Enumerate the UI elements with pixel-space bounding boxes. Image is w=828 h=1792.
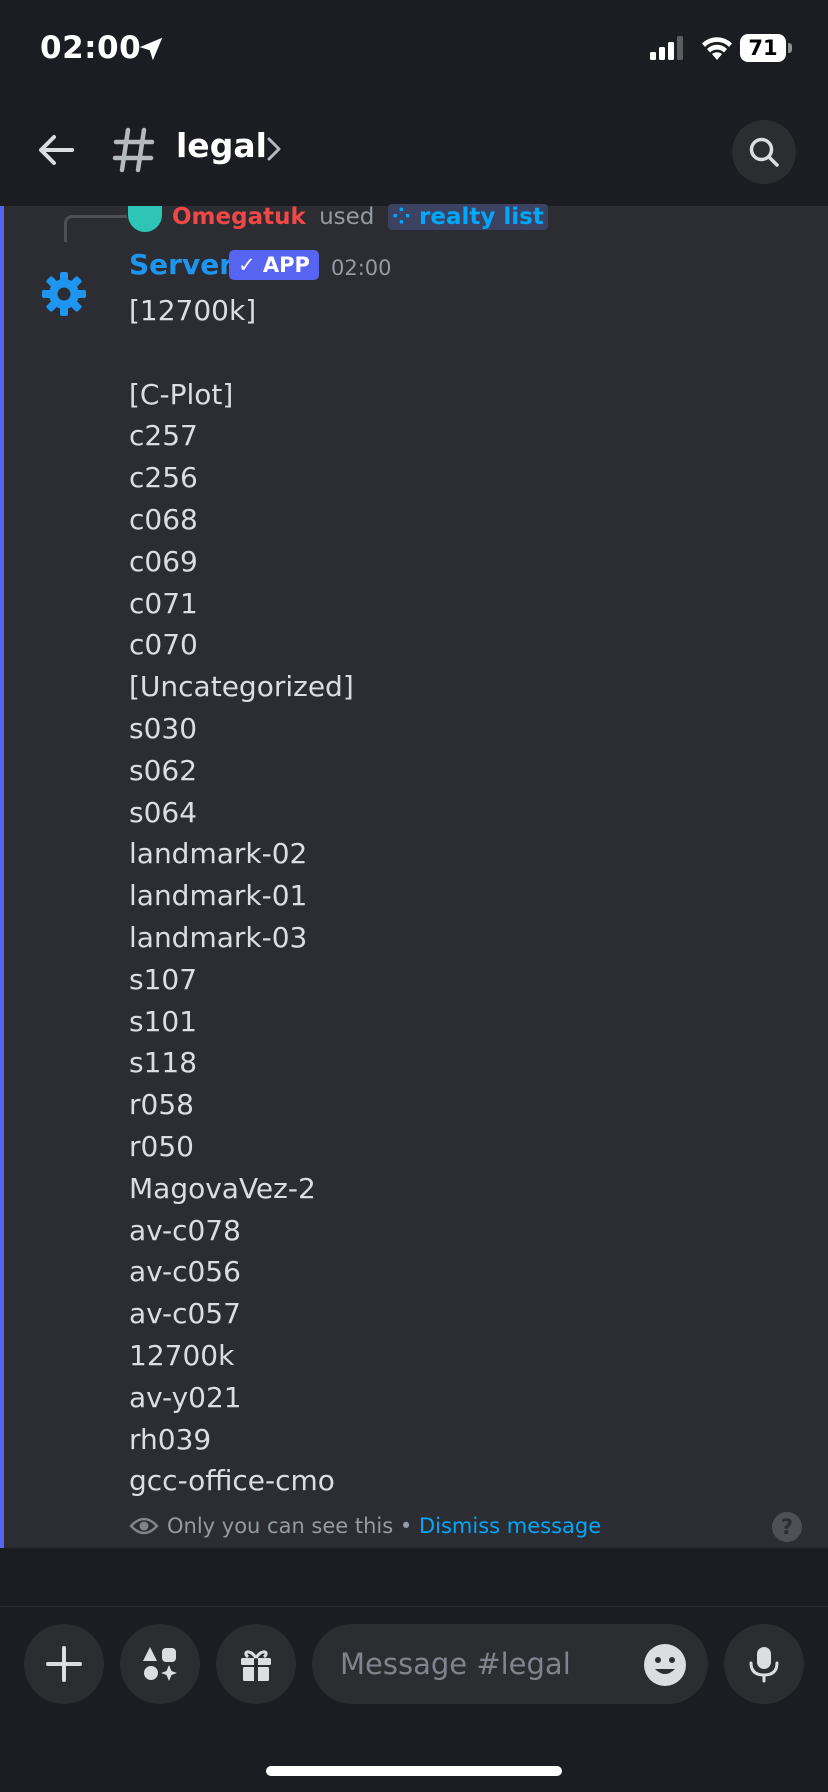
command-name: realty list xyxy=(419,204,544,230)
command-reply-header: Omegatuk used ⁘ realty list xyxy=(172,204,548,230)
message-author[interactable]: Server xyxy=(129,248,233,281)
message-line: gcc-office-cmo xyxy=(129,1464,335,1498)
search-icon xyxy=(749,137,779,167)
message-line: s064 xyxy=(129,795,198,829)
message-line: landmark-01 xyxy=(129,879,308,913)
message-line: av-c056 xyxy=(129,1255,241,1289)
add-attachment-button[interactable] xyxy=(24,1624,104,1704)
voice-message-button[interactable] xyxy=(724,1624,804,1704)
gear-icon[interactable] xyxy=(40,270,88,318)
reply-verb: used xyxy=(319,204,375,230)
command-pill[interactable]: ⁘ realty list xyxy=(387,204,548,230)
divider xyxy=(0,1606,828,1607)
ephemeral-accent-bar xyxy=(0,206,4,1548)
message-line: av-y021 xyxy=(129,1380,242,1414)
location-arrow-icon xyxy=(139,37,163,61)
message-line: av-c057 xyxy=(129,1297,241,1331)
app-badge: ✓ APP xyxy=(229,250,319,280)
apps-button[interactable] xyxy=(120,1624,200,1704)
reply-avatar[interactable] xyxy=(128,206,162,232)
search-button[interactable] xyxy=(732,120,796,184)
message-timestamp: 02:00 xyxy=(331,256,392,280)
message-content: [12700k] [C-Plot] c257 c256 c068 c069 c071 c070… xyxy=(129,290,769,1502)
battery-level: 71 xyxy=(740,34,786,62)
channel-header: legal xyxy=(0,100,828,206)
back-arrow-icon[interactable] xyxy=(34,128,78,172)
message-line: MagovaVez-2 xyxy=(129,1171,316,1205)
ephemeral-text: Only you can see this xyxy=(167,1514,394,1538)
signal-icon xyxy=(650,36,683,60)
message-line: r050 xyxy=(129,1129,194,1163)
battery-icon: 71 xyxy=(740,34,792,62)
message-line: [Uncategorized] xyxy=(129,670,354,704)
reply-connector xyxy=(64,215,127,242)
chevron-right-icon[interactable] xyxy=(266,136,282,162)
message-line: c256 xyxy=(129,461,198,495)
slash-command-icon: ⁘ xyxy=(391,204,419,230)
message-area: Omegatuk used ⁘ realty list Server ✓ APP… xyxy=(0,204,828,1548)
message-line: s030 xyxy=(129,711,198,745)
message-line: c257 xyxy=(129,419,198,453)
apps-icon xyxy=(143,1647,177,1681)
plus-icon xyxy=(46,1646,82,1682)
message-line: 12700k xyxy=(129,1338,235,1372)
message-line: landmark-03 xyxy=(129,920,308,954)
composer-bar xyxy=(0,1548,828,1792)
message-line: s118 xyxy=(129,1046,198,1080)
wifi-icon xyxy=(702,37,732,60)
message-line: c071 xyxy=(129,586,198,620)
message-line: [12700k] xyxy=(129,294,257,327)
message-line: rh039 xyxy=(129,1422,212,1456)
message-line xyxy=(129,332,769,374)
message-line: s107 xyxy=(129,962,198,996)
separator-dot: • xyxy=(393,1514,419,1538)
status-bar: 02:00 71 xyxy=(0,0,828,100)
ephemeral-notice: Only you can see this • Dismiss message xyxy=(129,1514,601,1548)
message-line: c070 xyxy=(129,628,198,662)
message-line: landmark-02 xyxy=(129,837,308,871)
message-line: c068 xyxy=(129,502,198,536)
message-line: s101 xyxy=(129,1004,198,1038)
message-line: [C-Plot] xyxy=(129,377,234,411)
reply-username[interactable]: Omegatuk xyxy=(172,204,306,230)
hash-icon xyxy=(112,127,155,173)
message-line: s062 xyxy=(129,753,198,787)
eye-icon xyxy=(129,1517,159,1535)
emoji-icon[interactable] xyxy=(642,1642,688,1688)
status-time: 02:00 xyxy=(40,30,142,66)
dismiss-message-link[interactable]: Dismiss message xyxy=(419,1514,601,1538)
gift-button[interactable] xyxy=(216,1624,296,1704)
help-icon[interactable]: ? xyxy=(772,1512,802,1542)
message-line: r058 xyxy=(129,1088,194,1122)
message-line: av-c078 xyxy=(129,1213,241,1247)
microphone-icon xyxy=(749,1647,779,1683)
gift-icon xyxy=(241,1650,271,1681)
message-line: c069 xyxy=(129,544,198,578)
home-indicator xyxy=(266,1766,562,1776)
channel-name[interactable]: legal xyxy=(176,126,267,165)
